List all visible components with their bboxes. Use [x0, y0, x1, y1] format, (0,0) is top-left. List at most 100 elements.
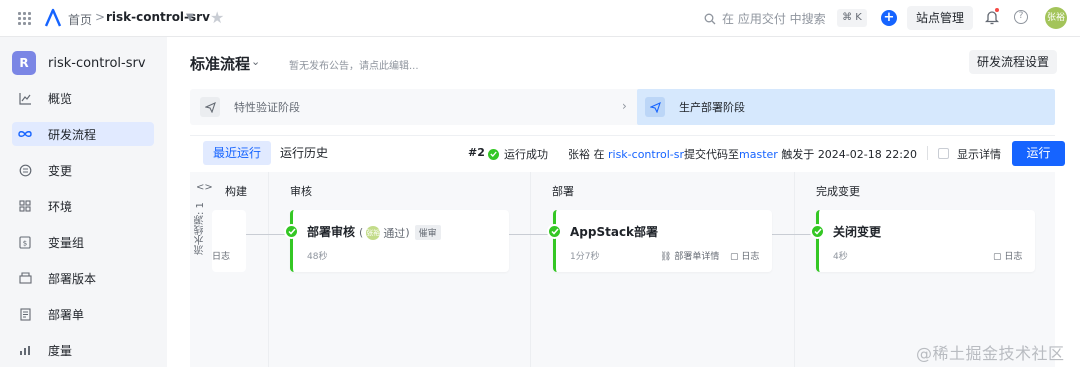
page-title[interactable]: 标准流程: [190, 53, 250, 74]
card-duration: 48秒: [307, 252, 328, 262]
project-name: risk-control-srv: [48, 55, 146, 71]
announcement-text[interactable]: 暂无发布公告，请点此编辑...: [289, 57, 419, 72]
bar-chart-icon: [18, 343, 32, 357]
sidebar-item-label: 度量: [48, 343, 73, 358]
sidebar: R risk-control-srv 概览 研发流程 变更 环境 $ 变量组 部…: [0, 37, 167, 367]
add-icon[interactable]: +: [881, 10, 897, 26]
star-icon[interactable]: ★: [210, 8, 224, 27]
check-circle-icon: [810, 224, 825, 239]
check-circle-icon: [284, 224, 299, 239]
pipeline-connector: [509, 234, 553, 235]
run-commit-text: 提交代码至: [684, 148, 740, 161]
deploy-card[interactable]: AppStack部署 1分7秒 ⛓ 部署单详情 ▢ 日志: [547, 210, 772, 272]
chevron-down-icon[interactable]: ⌄: [251, 55, 260, 68]
sidebar-item-dev-flow[interactable]: 研发流程: [12, 122, 154, 146]
sidebar-item-change[interactable]: 变更: [12, 158, 154, 182]
card-title: AppStack部署: [570, 225, 659, 239]
chevron-right-icon: ›: [622, 99, 627, 113]
document-icon: [18, 307, 32, 321]
card-title: 部署审核(张裕 通过) 催审: [307, 223, 441, 241]
chevron-down-icon[interactable]: ▼: [186, 12, 194, 23]
sidebar-item-label: 概览: [48, 91, 73, 106]
tab-recent-run[interactable]: 最近运行: [203, 141, 272, 165]
show-details-label[interactable]: 显示详情: [957, 146, 1001, 162]
top-bar: 首页 > risk-control-srv ▼ ★ 在 应用交付 中搜索 ⌘ K…: [0, 0, 1080, 37]
app-grid-icon[interactable]: [18, 12, 31, 25]
remind-button[interactable]: 催审: [414, 225, 441, 240]
project-switcher[interactable]: R risk-control-srv: [12, 51, 146, 75]
column-divider: [794, 172, 795, 367]
column-build: 构建: [225, 185, 247, 198]
build-card[interactable]: 日志: [212, 210, 246, 272]
sidebar-item-deploy-order[interactable]: 部署单: [12, 302, 154, 326]
code-icon[interactable]: <>: [196, 182, 213, 193]
run-number: #2: [468, 146, 485, 159]
sidebar-item-label: 部署单: [48, 307, 85, 322]
notification-dot: [995, 8, 999, 12]
stage-label: 特性验证阶段: [234, 101, 300, 114]
column-divider: [530, 172, 531, 367]
avatar: 张裕: [366, 225, 381, 240]
close-log-link[interactable]: ▢ 日志: [993, 249, 1022, 262]
search-icon: [704, 13, 716, 24]
help-icon[interactable]: ?: [1014, 10, 1028, 24]
sidebar-item-label: 环境: [48, 199, 73, 214]
watermark: @稀土掘金技术社区: [916, 344, 1065, 363]
pipeline-board: <> 流水线源: 1 构建 审核 部署 完成变更 日志 部署审核(张裕 通过) 催审…: [190, 172, 1055, 367]
send-icon: [645, 97, 665, 117]
show-details-checkbox[interactable]: [938, 148, 949, 159]
pipeline-source-label: 流水线源: 1: [195, 202, 206, 256]
column-complete-change: 完成变更: [816, 185, 860, 198]
approval-text: 通过: [383, 226, 406, 240]
log-icon: ▢: [730, 252, 739, 262]
search-placeholder: 在 应用交付 中搜索: [722, 12, 826, 26]
logo-icon[interactable]: [44, 8, 62, 28]
run-in-word: 在: [593, 148, 605, 161]
log-text: 日志: [741, 252, 760, 262]
run-bar: 最近运行 运行历史 #2 运行成功 张裕 在 risk-control-sr提交…: [190, 135, 1065, 171]
sidebar-item-label: 变量组: [48, 235, 85, 250]
breadcrumb-home[interactable]: 首页: [68, 11, 92, 28]
avatar[interactable]: 张裕: [1045, 7, 1067, 29]
sidebar-item-overview[interactable]: 概览: [12, 86, 154, 110]
run-info: 张裕 在 risk-control-sr提交代码至master 触发于 2024…: [568, 146, 917, 162]
repo-link[interactable]: risk-control-sr: [608, 148, 684, 161]
build-log-link[interactable]: 日志: [212, 249, 230, 262]
details-text: 部署单详情: [674, 252, 720, 262]
environment-icon: [18, 199, 32, 213]
site-admin-button[interactable]: 站点管理: [907, 6, 973, 30]
run-user: 张裕: [568, 148, 590, 161]
project-badge: R: [12, 51, 36, 75]
search-input[interactable]: 在 应用交付 中搜索: [704, 10, 826, 27]
column-divider: [268, 172, 269, 367]
tab-run-history[interactable]: 运行历史: [270, 141, 338, 165]
run-trigger-text: 触发于: [781, 148, 815, 161]
run-status: 运行成功: [488, 146, 548, 162]
review-card[interactable]: 部署审核(张裕 通过) 催审 48秒: [284, 210, 509, 272]
sidebar-item-variable-group[interactable]: $ 变量组: [12, 230, 154, 254]
chart-line-icon: [18, 91, 32, 105]
sidebar-item-metrics[interactable]: 度量: [12, 338, 154, 362]
column-deploy: 部署: [552, 185, 574, 198]
breadcrumb-project[interactable]: risk-control-srv: [106, 10, 210, 24]
approval-status: (张裕 通过): [359, 225, 410, 240]
sidebar-item-deploy-version[interactable]: 部署版本: [12, 266, 154, 290]
divider: [927, 146, 928, 160]
deploy-log-link[interactable]: ▢ 日志: [730, 249, 759, 262]
sidebar-item-environment[interactable]: 环境: [12, 194, 154, 218]
run-button[interactable]: 运行: [1012, 141, 1065, 166]
deploy-order-details-link[interactable]: ⛓ 部署单详情: [660, 249, 719, 262]
close-change-card[interactable]: 关闭变更 4秒 ▢ 日志: [810, 210, 1035, 272]
dev-flow-settings-button[interactable]: 研发流程设置: [969, 50, 1057, 74]
sidebar-item-label: 部署版本: [48, 271, 97, 286]
card-duration: 1分7秒: [570, 252, 600, 262]
infinity-icon: [18, 127, 32, 141]
column-review: 审核: [290, 185, 312, 198]
stage-production-deploy[interactable]: 生产部署阶段: [637, 89, 1055, 125]
stage-feature-verify[interactable]: 特性验证阶段: [200, 97, 300, 117]
link-icon: ⛓: [660, 252, 672, 262]
log-text: 日志: [1004, 252, 1023, 262]
breadcrumb-separator: >: [95, 10, 106, 24]
branch-link[interactable]: master: [739, 148, 778, 161]
sidebar-item-label: 变更: [48, 163, 73, 178]
